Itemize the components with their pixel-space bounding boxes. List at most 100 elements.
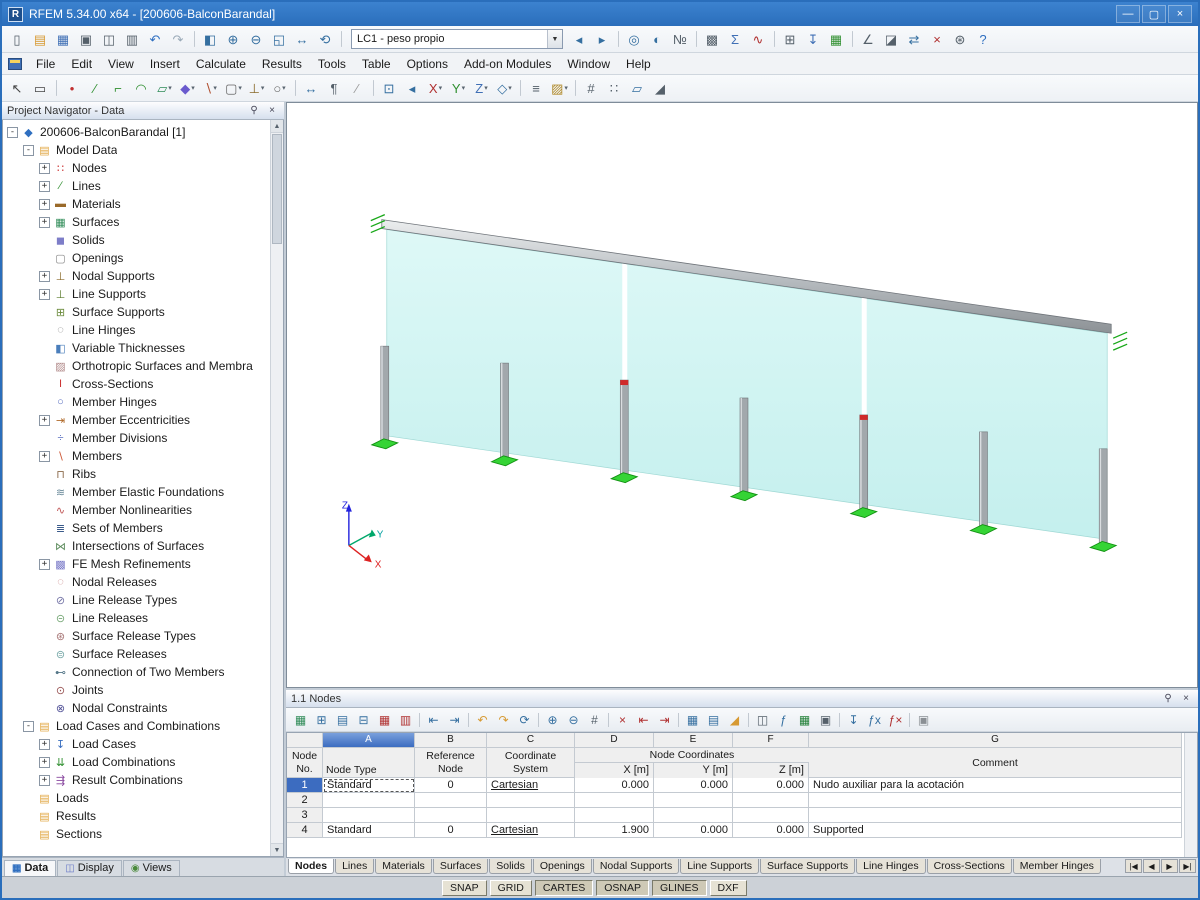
reference-node-cell[interactable]: 0 — [415, 778, 487, 793]
tree-item[interactable]: + ▬ Materials — [5, 195, 283, 213]
calculate-all-button[interactable]: Σ — [725, 29, 746, 50]
file-menu[interactable]: File — [28, 55, 63, 73]
node-type-cell[interactable] — [323, 808, 415, 823]
view-y-button[interactable]: Y ▾ — [448, 78, 469, 99]
tree-expander[interactable]: + — [39, 774, 50, 786]
pan-button[interactable]: ↔ — [292, 29, 313, 50]
column-header-e[interactable]: E — [654, 733, 733, 748]
pin-icon[interactable]: ⚲ — [247, 104, 261, 118]
tab-data[interactable]: ▦ Data — [4, 860, 57, 876]
tree-item[interactable]: + ⇶ Result Combinations — [5, 771, 283, 789]
visibility-button[interactable]: ◐ — [647, 29, 668, 50]
osnap-toggle[interactable]: OSNAP — [596, 879, 650, 896]
help-menu[interactable]: Help — [618, 55, 659, 73]
comment-cell[interactable]: Nudo auxiliar para la acotación — [809, 778, 1182, 793]
tree-expander[interactable]: + — [39, 414, 50, 426]
node-type-cell[interactable]: Standard — [323, 823, 415, 838]
tree-expander[interactable]: - — [7, 126, 18, 138]
row-number-cell[interactable]: 4 — [287, 823, 323, 838]
find-node-button[interactable]: ◎ — [624, 29, 645, 50]
grid-settings-button[interactable]: ∷ — [604, 78, 625, 99]
color-mode-button[interactable]: ▨ ▾ — [549, 78, 570, 99]
tree-item[interactable]: ⊙ Joints — [5, 681, 283, 699]
column-header-a[interactable]: A — [323, 733, 415, 748]
fx-button[interactable]: ƒx — [865, 710, 884, 729]
picture-button[interactable]: ◫ — [753, 710, 772, 729]
next-table-tab-button[interactable]: ▶ — [1161, 859, 1178, 873]
jump-to-graphic-button[interactable]: ◢ — [725, 710, 744, 729]
view-in-graphic-button[interactable]: ▤ — [704, 710, 723, 729]
dimension-button[interactable]: ↔ — [301, 78, 322, 99]
last-table-tab-button[interactable]: ▶| — [1179, 859, 1196, 873]
new-hinge-button[interactable]: ○ ▾ — [269, 78, 290, 99]
column-header-b[interactable]: B — [415, 733, 487, 748]
snap-toggle[interactable]: SNAP — [442, 879, 487, 896]
print-button[interactable]: ▣ — [76, 29, 97, 50]
tools-menu[interactable]: Tools — [310, 55, 354, 73]
tab-display[interactable]: ◫ Display — [57, 860, 122, 876]
tree-expander[interactable]: + — [39, 756, 50, 768]
column-header-g[interactable]: G — [809, 733, 1182, 748]
tree-item[interactable]: ⊞ Surface Supports — [5, 303, 283, 321]
table-menu[interactable]: Table — [354, 55, 399, 73]
tree-item[interactable]: - ▤ Model Data — [5, 141, 283, 159]
addon-modules-menu[interactable]: Add-on Modules — [456, 55, 559, 73]
delete-row-button[interactable]: × — [613, 710, 632, 729]
new-opening-button[interactable]: ▢ ▾ — [223, 78, 244, 99]
tree-item[interactable]: + ⇥ Member Eccentricities — [5, 411, 283, 429]
tree-item[interactable]: ○ Member Hinges — [5, 393, 283, 411]
row-number-cell[interactable]: 1 — [287, 778, 323, 793]
new-file-button[interactable]: ▯ — [7, 29, 28, 50]
help-button[interactable]: ? — [973, 29, 994, 50]
view-menu[interactable]: View — [100, 55, 142, 73]
table-scrollbar[interactable] — [1184, 733, 1197, 857]
calculator-button[interactable]: ▣ — [816, 710, 835, 729]
first-table-tab-button[interactable]: |◀ — [1125, 859, 1142, 873]
table-tab-surfaces[interactable]: Surfaces — [432, 859, 489, 874]
tree-item[interactable]: ⊗ Nodal Constraints — [5, 699, 283, 717]
fx-clear-button[interactable]: ƒ× — [886, 710, 905, 729]
tree-item[interactable]: ⊛ Surface Release Types — [5, 627, 283, 645]
tree-expander[interactable]: + — [39, 288, 50, 300]
minimize-button[interactable]: — — [1116, 5, 1140, 23]
table-minimize-button[interactable]: ⊟ — [354, 710, 373, 729]
tree-expander[interactable]: + — [39, 180, 50, 192]
scrollbar-thumb[interactable] — [272, 134, 282, 244]
tree-item[interactable]: + ∷ Nodes — [5, 159, 283, 177]
pin-icon[interactable]: ⚲ — [1161, 692, 1175, 706]
row-number-cell[interactable]: 2 — [287, 793, 323, 808]
tree-item[interactable]: ⊘ Line Release Types — [5, 591, 283, 609]
scroll-up-icon[interactable]: ▲ — [271, 120, 283, 133]
redo-table-button[interactable]: ↷ — [494, 710, 513, 729]
table-tab-nodal-supports[interactable]: Nodal Supports — [592, 859, 680, 874]
tree-item[interactable]: - ◆ 200606-BalconBarandal [1] — [5, 123, 283, 141]
rotate-view-button[interactable]: ⟲ — [315, 29, 336, 50]
select-arrow-button[interactable]: ↖ — [7, 78, 28, 99]
measure-button[interactable]: ∠ — [858, 29, 879, 50]
zoom-window-button[interactable]: ◱ — [269, 29, 290, 50]
new-solid-button[interactable]: ◆ ▾ — [177, 78, 198, 99]
tilt-plane-button[interactable]: ◢ — [650, 78, 671, 99]
view-x-button[interactable]: X ▾ — [425, 78, 446, 99]
comment-cell[interactable] — [809, 793, 1182, 808]
table-view-button[interactable]: ▤ — [333, 710, 352, 729]
comment-cell[interactable] — [809, 808, 1182, 823]
results-menu[interactable]: Results — [254, 55, 310, 73]
zoom-out-button[interactable]: ⊖ — [246, 29, 267, 50]
calculate-menu[interactable]: Calculate — [188, 55, 254, 73]
close-button[interactable]: × — [1168, 5, 1192, 23]
undo-table-button[interactable]: ↶ — [473, 710, 492, 729]
formulas-button[interactable]: ƒ — [774, 710, 793, 729]
y-coordinate-cell[interactable] — [654, 793, 733, 808]
tree-expander[interactable]: - — [23, 144, 34, 156]
row-number-cell[interactable]: 3 — [287, 808, 323, 823]
x-coordinate-cell[interactable] — [575, 793, 654, 808]
x-coordinate-cell[interactable]: 1.900 — [575, 823, 654, 838]
tree-item[interactable]: ⊝ Line Releases — [5, 609, 283, 627]
section-cut-button[interactable]: ◪ — [881, 29, 902, 50]
settings-button[interactable]: ⊛ — [950, 29, 971, 50]
table-tab-solids[interactable]: Solids — [489, 859, 532, 874]
tree-expander[interactable]: - — [23, 720, 34, 732]
table-tab-surface-supports[interactable]: Surface Supports — [760, 859, 856, 874]
show-results-button[interactable]: ∿ — [748, 29, 769, 50]
